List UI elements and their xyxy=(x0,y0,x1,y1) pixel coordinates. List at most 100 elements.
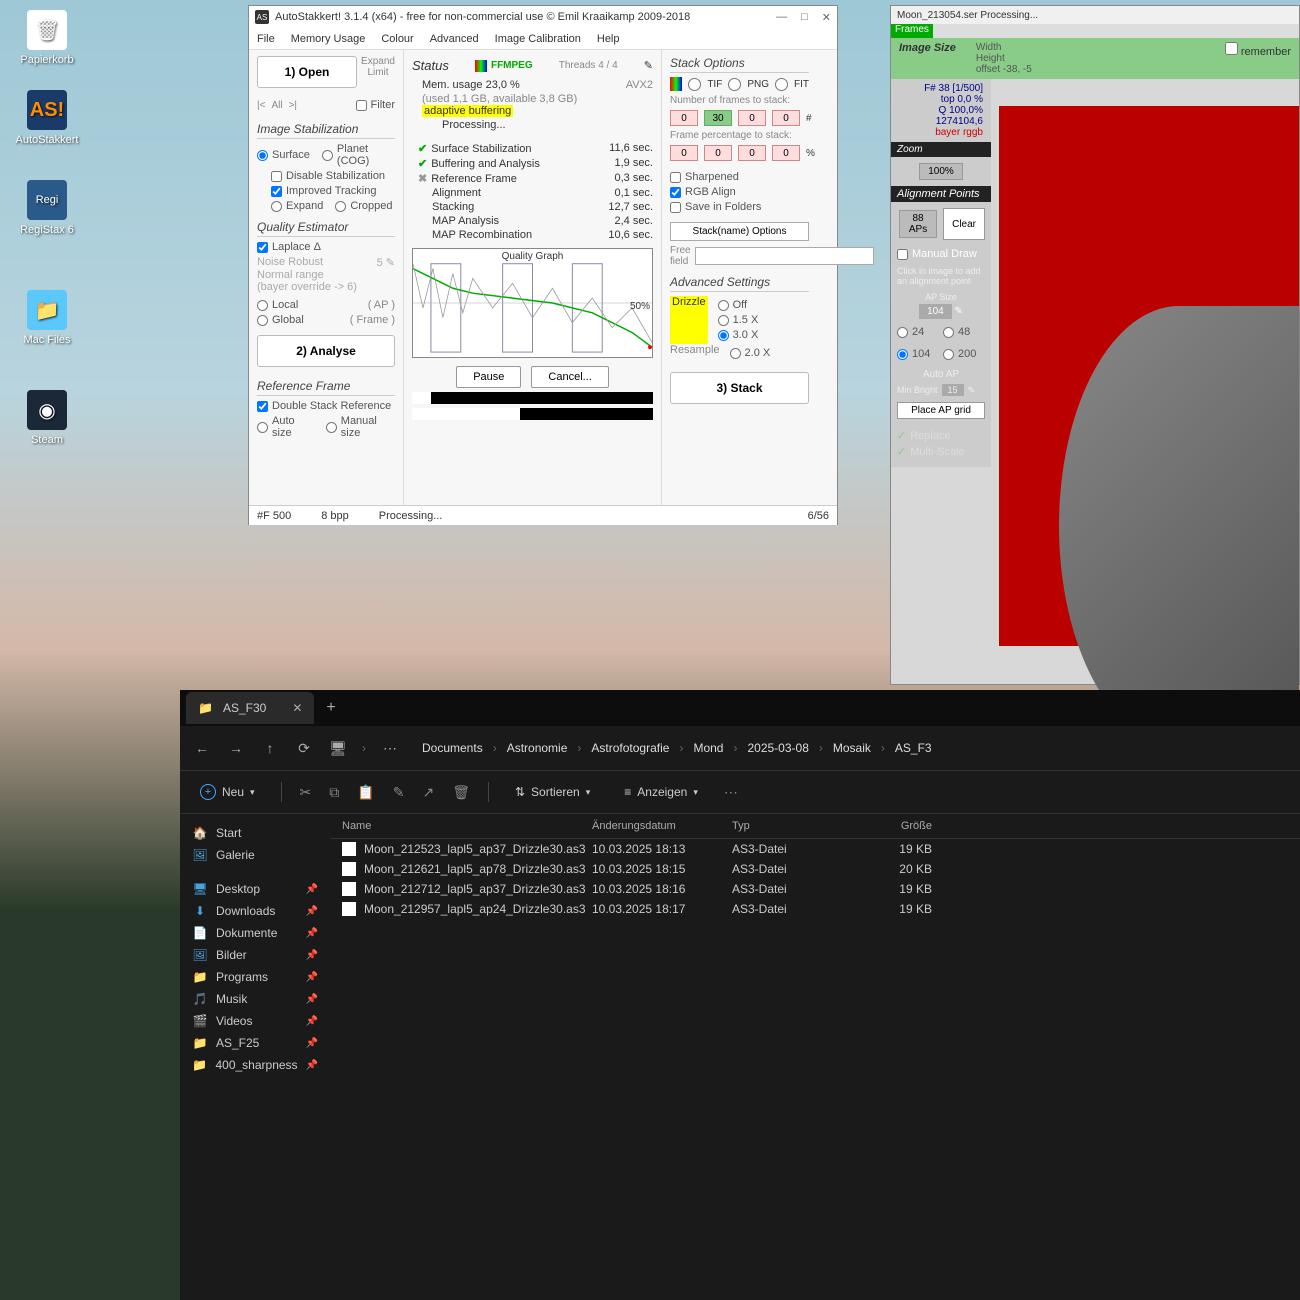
desktop-icon-autostakkert[interactable]: AS!AutoStakkert xyxy=(12,90,82,146)
ap-preview-image[interactable] xyxy=(999,106,1299,646)
new-button[interactable]: +Neu▾ xyxy=(192,780,263,804)
global-radio[interactable] xyxy=(257,315,268,326)
menu-help[interactable]: Help xyxy=(597,33,620,45)
file-row[interactable]: Moon_212712_lapl5_ap37_Drizzle30.as310.0… xyxy=(330,879,1300,899)
stack-button[interactable]: 3) Stack xyxy=(670,372,809,404)
breadcrumb-item[interactable]: Astrofotografie xyxy=(591,741,669,755)
tif-radio[interactable] xyxy=(688,78,701,91)
nav-last[interactable]: >| xyxy=(289,100,297,111)
fperc-3[interactable] xyxy=(772,145,800,161)
frames-tab[interactable]: Frames xyxy=(891,24,933,38)
clear-button[interactable]: Clear xyxy=(943,208,985,240)
place-ap-button[interactable]: Place AP grid xyxy=(897,402,985,419)
surface-radio[interactable] xyxy=(257,150,268,161)
autosize-radio[interactable] xyxy=(257,422,268,433)
explorer-tab-active[interactable]: 📁 AS_F30 ✕ xyxy=(186,692,314,724)
sidebar-item[interactable]: 🏠Start xyxy=(180,822,330,844)
file-column-headers[interactable]: Name Änderungsdatum Typ Größe xyxy=(330,814,1300,839)
laplace-check[interactable] xyxy=(257,242,268,253)
desktop-icon-steam[interactable]: ◉Steam xyxy=(12,390,82,446)
improved-check[interactable] xyxy=(271,186,282,197)
sidebar-item[interactable]: 🖼Bilder📌 xyxy=(180,944,330,966)
stackname-button[interactable]: Stack(name) Options xyxy=(670,222,809,241)
minimize-button[interactable]: — xyxy=(776,11,787,24)
filter-checkbox[interactable] xyxy=(356,100,367,111)
menu-colour[interactable]: Colour xyxy=(381,33,413,45)
manualsize-radio[interactable] xyxy=(326,422,337,433)
rgb-align-check[interactable] xyxy=(670,187,681,198)
remember-check[interactable] xyxy=(1225,42,1238,55)
breadcrumb-item[interactable]: Astronomie xyxy=(507,741,568,755)
file-row[interactable]: Moon_212523_lapl5_ap37_Drizzle30.as310.0… xyxy=(330,839,1300,859)
expand-label[interactable]: Expand xyxy=(361,56,395,67)
limit-label[interactable]: Limit xyxy=(361,67,395,78)
nav-up-icon[interactable]: ↑ xyxy=(260,740,280,756)
nav-more-icon[interactable]: ⋯ xyxy=(380,740,400,757)
sort-button[interactable]: ⇅Sortieren▾ xyxy=(507,781,598,803)
view-button[interactable]: ≡Anzeigen▾ xyxy=(616,781,706,803)
menu-memory[interactable]: Memory Usage xyxy=(291,33,366,45)
free-field-input[interactable] xyxy=(695,247,874,265)
sidebar-item[interactable]: ⬇Downloads📌 xyxy=(180,900,330,922)
drizzle-30[interactable] xyxy=(718,330,729,341)
ap-24[interactable] xyxy=(897,327,908,338)
nframes-2[interactable] xyxy=(738,110,766,126)
nav-back-icon[interactable]: ← xyxy=(192,740,212,756)
ap-200[interactable] xyxy=(943,349,954,360)
window-titlebar[interactable]: AS AutoStakkert! 3.1.4 (x64) - free for … xyxy=(249,6,837,28)
expand-radio[interactable] xyxy=(271,201,282,212)
rename-icon[interactable]: ✎ xyxy=(393,784,405,801)
double-stack-check[interactable] xyxy=(257,401,268,412)
share-icon[interactable]: ↗ xyxy=(422,784,434,801)
sidebar-item[interactable]: 🎵Musik📌 xyxy=(180,988,330,1010)
sidebar-item[interactable]: 📄Dokumente📌 xyxy=(180,922,330,944)
sidebar-item[interactable]: 📁400_sharpness📌 xyxy=(180,1054,330,1076)
fperc-2[interactable] xyxy=(738,145,766,161)
sidebar-item[interactable]: 📁AS_F25📌 xyxy=(180,1032,330,1054)
disable-stab-check[interactable] xyxy=(271,171,282,182)
delete-icon[interactable]: 🗑 xyxy=(452,784,470,801)
breadcrumb-item[interactable]: Documents xyxy=(422,741,483,755)
file-row[interactable]: Moon_212957_lapl5_ap24_Drizzle30.as310.0… xyxy=(330,899,1300,919)
sharpened-check[interactable] xyxy=(670,172,681,183)
maximize-button[interactable]: □ xyxy=(801,11,808,24)
ap-48[interactable] xyxy=(943,327,954,338)
nframes-3[interactable] xyxy=(772,110,800,126)
nframes-1[interactable] xyxy=(704,110,732,126)
breadcrumb-item[interactable]: 2025-03-08 xyxy=(747,741,808,755)
paste-icon[interactable]: 📋 xyxy=(357,784,374,801)
drizzle-off[interactable] xyxy=(718,300,729,311)
desktop-icon-macfiles[interactable]: 📁Mac Files xyxy=(12,290,82,346)
nav-all[interactable]: All xyxy=(271,100,282,111)
zoom-100[interactable]: 100% xyxy=(919,163,963,180)
aps-button[interactable]: 88 APs xyxy=(899,210,937,238)
nav-first[interactable]: |< xyxy=(257,100,265,111)
cancel-button[interactable]: Cancel... xyxy=(531,366,608,388)
menu-advanced[interactable]: Advanced xyxy=(430,33,479,45)
nav-forward-icon[interactable]: → xyxy=(226,740,246,756)
copy-icon[interactable]: ⧉ xyxy=(329,784,339,801)
desktop-icon-registax[interactable]: RegiRegiStax 6 xyxy=(12,180,82,236)
sidebar-item[interactable]: 🎬Videos📌 xyxy=(180,1010,330,1032)
fperc-0[interactable] xyxy=(670,145,698,161)
manual-draw-check[interactable] xyxy=(897,249,908,260)
nav-monitor-icon[interactable]: 🖥 xyxy=(328,740,348,757)
tab-add-button[interactable]: + xyxy=(326,699,335,717)
drizzle-15[interactable] xyxy=(718,315,729,326)
desktop-icon-recycle[interactable]: 🗑Papierkorb xyxy=(12,10,82,66)
breadcrumb-item[interactable]: Mond xyxy=(693,741,723,755)
local-radio[interactable] xyxy=(257,300,268,311)
breadcrumb-item[interactable]: AS_F3 xyxy=(895,741,932,755)
more-icon[interactable]: ⋯ xyxy=(724,784,738,801)
ap-window-title[interactable]: Moon_213054.ser Processing... xyxy=(891,6,1299,24)
menu-file[interactable]: File xyxy=(257,33,275,45)
close-button[interactable]: ✕ xyxy=(822,11,831,24)
sidebar-item[interactable]: 🖥Desktop📌 xyxy=(180,878,330,900)
resample-20[interactable] xyxy=(730,348,741,359)
nav-refresh-icon[interactable]: ⟳ xyxy=(294,740,314,757)
sidebar-item[interactable]: 📁Programs📌 xyxy=(180,966,330,988)
analyse-button[interactable]: 2) Analyse xyxy=(257,335,395,367)
settings-icon[interactable]: ✎ xyxy=(644,59,653,72)
save-folders-check[interactable] xyxy=(670,202,681,213)
png-radio[interactable] xyxy=(728,78,741,91)
